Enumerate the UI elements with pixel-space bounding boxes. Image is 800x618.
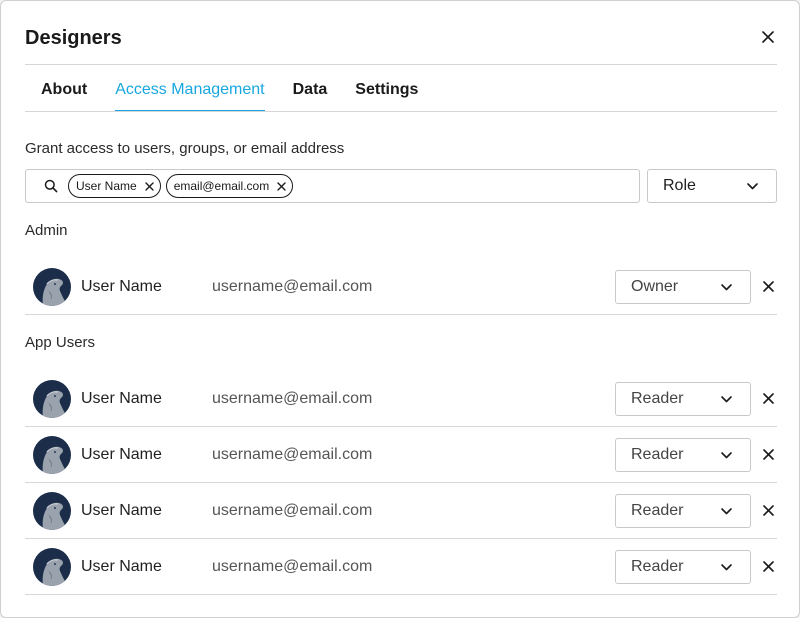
chevron-down-icon	[721, 563, 732, 570]
remove-chip-icon[interactable]	[277, 181, 286, 191]
avatar	[33, 492, 71, 530]
user-email: username@email.com	[212, 278, 373, 295]
avatar	[33, 436, 71, 474]
user-email: username@email.com	[212, 558, 373, 575]
app-user-row: User Name username@email.com Reader	[25, 539, 777, 595]
chip-label: email@email.com	[173, 179, 270, 193]
chevron-down-icon	[721, 283, 732, 290]
user-email: username@email.com	[212, 390, 373, 407]
user-name: User Name	[81, 502, 162, 519]
chevron-down-icon	[721, 507, 732, 514]
tab-access-management[interactable]: Access Management	[115, 65, 276, 112]
remove-user-button[interactable]	[758, 444, 778, 464]
tab-settings[interactable]: Settings	[355, 65, 430, 111]
remove-user-button[interactable]	[758, 556, 778, 576]
selected-chip-user[interactable]: User Name	[68, 174, 161, 198]
remove-chip-icon[interactable]	[144, 181, 154, 191]
user-name: User Name	[81, 446, 162, 463]
user-role-select[interactable]: Owner	[615, 270, 751, 304]
user-name: User Name	[81, 558, 162, 575]
user-name: User Name	[81, 390, 162, 407]
search-icon	[42, 177, 60, 195]
close-icon	[762, 392, 774, 404]
dialog-title: Designers	[25, 27, 122, 49]
tab-bar: About Access Management Data Settings	[25, 65, 430, 112]
chevron-down-icon	[747, 182, 758, 189]
selected-chip-email[interactable]: email@email.com	[165, 174, 294, 198]
avatar	[33, 548, 71, 586]
designers-dialog: Designers About Access Management Data S…	[0, 0, 800, 618]
tab-about[interactable]: About	[41, 65, 99, 111]
close-icon	[762, 31, 774, 43]
user-role-select[interactable]: Reader	[615, 382, 751, 416]
user-role-value: Reader	[631, 502, 684, 519]
chip-label: User Name	[76, 179, 137, 193]
close-icon	[762, 504, 774, 516]
user-role-value: Reader	[631, 558, 684, 575]
row-divider	[25, 594, 777, 595]
admin-user-row: User Name username@email.com Owner	[25, 259, 777, 315]
remove-user-button[interactable]	[758, 276, 778, 296]
user-role-select[interactable]: Reader	[615, 494, 751, 528]
close-icon	[762, 560, 774, 572]
user-role-value: Reader	[631, 390, 684, 407]
grant-access-input[interactable]: User Name email@email.com	[25, 169, 640, 203]
user-name: User Name	[81, 278, 162, 295]
role-select[interactable]: Role	[647, 169, 777, 203]
role-select-value: Role	[663, 177, 696, 194]
app-users-section-label: App Users	[25, 334, 96, 351]
tab-data[interactable]: Data	[293, 65, 340, 111]
chevron-down-icon	[721, 395, 732, 402]
row-divider	[25, 314, 777, 315]
app-user-row: User Name username@email.com Reader	[25, 427, 777, 483]
tabs-divider	[25, 111, 777, 112]
user-email: username@email.com	[212, 446, 373, 463]
user-role-select[interactable]: Reader	[615, 550, 751, 584]
avatar	[33, 268, 71, 306]
admin-section-label: Admin	[25, 222, 68, 239]
close-dialog-button[interactable]	[756, 25, 780, 49]
user-role-select[interactable]: Reader	[615, 438, 751, 472]
remove-user-button[interactable]	[758, 388, 778, 408]
user-email: username@email.com	[212, 502, 373, 519]
avatar	[33, 380, 71, 418]
app-user-row: User Name username@email.com Reader	[25, 483, 777, 539]
chevron-down-icon	[721, 451, 732, 458]
close-icon	[762, 280, 774, 292]
user-role-value: Reader	[631, 446, 684, 463]
close-icon	[762, 448, 774, 460]
grant-access-label: Grant access to users, groups, or email …	[25, 140, 345, 157]
user-role-value: Owner	[631, 278, 679, 295]
app-user-row: User Name username@email.com Reader	[25, 371, 777, 427]
remove-user-button[interactable]	[758, 500, 778, 520]
